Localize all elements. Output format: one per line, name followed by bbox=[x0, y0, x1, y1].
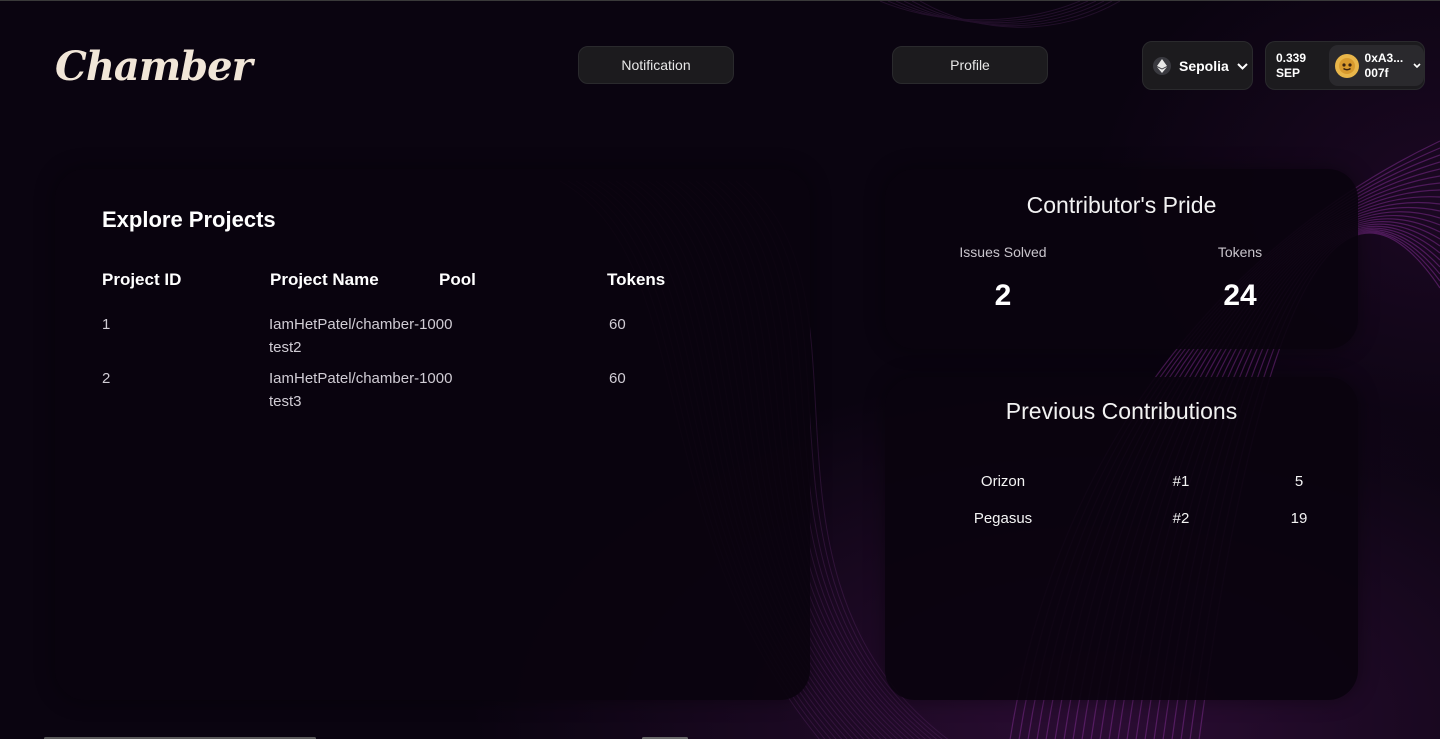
project-pool-text: 1000 bbox=[419, 316, 453, 333]
app-page: Chamber Notification Profile Sepolia 0.3… bbox=[0, 0, 1440, 739]
previous-contributions-title: Previous Contributions bbox=[1005, 398, 1238, 424]
explore-projects-title: Explore Projects bbox=[102, 207, 276, 232]
contribution-rank: #2 bbox=[1172, 510, 1190, 527]
tokens-label: Tokens bbox=[1217, 244, 1263, 260]
project-name-text: IamHetPatel/chamber- bbox=[269, 370, 420, 387]
project-tokens-cell: 60 bbox=[609, 370, 626, 387]
address-pill[interactable]: 0xA3... 007f bbox=[1328, 45, 1424, 86]
project-id-cell: 2 bbox=[102, 370, 111, 387]
address-line-1: 0xA3... bbox=[1364, 50, 1404, 65]
project-name-cell[interactable]: IamHetPatel/chamber-1000 test2 bbox=[269, 313, 452, 359]
profile-button[interactable]: Profile bbox=[892, 46, 1048, 84]
column-header-project-name: Project Name bbox=[270, 270, 379, 289]
balance-unit: SEP bbox=[1276, 65, 1301, 80]
project-id-cell: 1 bbox=[102, 316, 111, 333]
previous-contributions-card: Previous Contributions Orizon #1 5 Pegas… bbox=[885, 377, 1358, 700]
issues-solved-label: Issues Solved bbox=[959, 244, 1047, 260]
column-header-pool: Pool bbox=[439, 270, 476, 289]
contributors-pride-card: Contributor's Pride Issues Solved 2 Toke… bbox=[885, 169, 1358, 349]
contribution-rank: #1 bbox=[1172, 473, 1190, 490]
avatar-icon bbox=[1334, 53, 1359, 78]
project-name-suffix: test2 bbox=[269, 339, 302, 356]
tokens-value: 24 bbox=[1223, 279, 1257, 312]
column-header-tokens: Tokens bbox=[607, 270, 666, 289]
chevron-down-icon bbox=[1413, 58, 1421, 73]
project-name-suffix: test3 bbox=[269, 393, 302, 410]
network-selector[interactable]: Sepolia bbox=[1142, 41, 1253, 90]
network-name: Sepolia bbox=[1179, 57, 1229, 74]
wallet-address: 0xA3... 007f bbox=[1365, 51, 1404, 81]
notification-button[interactable]: Notification bbox=[578, 46, 734, 84]
contribution-name: Orizon bbox=[980, 473, 1026, 490]
chamber-logo[interactable]: Chamber bbox=[55, 43, 253, 90]
explore-projects-card: Explore Projects Project ID Project Name… bbox=[55, 169, 810, 700]
address-line-2: 007f bbox=[1364, 65, 1389, 80]
balance-amount: 0.339 bbox=[1276, 50, 1307, 65]
project-tokens-cell: 60 bbox=[609, 316, 626, 333]
contribution-value: 19 bbox=[1290, 510, 1308, 527]
contributors-pride-title: Contributor's Pride bbox=[1026, 192, 1217, 218]
project-pool-text: 1000 bbox=[419, 370, 453, 387]
contribution-value: 5 bbox=[1294, 473, 1304, 490]
issues-solved-value: 2 bbox=[994, 279, 1012, 312]
account-button[interactable]: 0.339 SEP 0xA3... 007f bbox=[1265, 41, 1425, 90]
ethereum-icon bbox=[1153, 56, 1171, 75]
contribution-name: Pegasus bbox=[973, 510, 1033, 527]
project-name-cell[interactable]: IamHetPatel/chamber-1000 test3 bbox=[269, 367, 452, 413]
project-name-text: IamHetPatel/chamber- bbox=[269, 316, 420, 333]
chevron-down-icon bbox=[1237, 59, 1248, 73]
wallet-balance: 0.339 SEP bbox=[1266, 51, 1329, 81]
column-header-project-id: Project ID bbox=[102, 270, 182, 289]
